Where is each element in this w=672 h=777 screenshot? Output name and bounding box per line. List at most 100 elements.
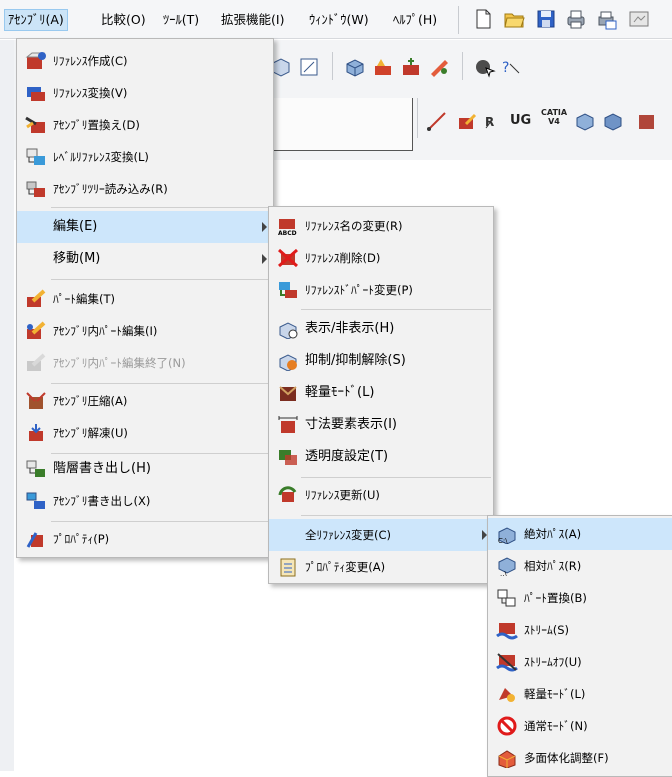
left-panel-strip: [0, 40, 14, 771]
menu-item-show-hide[interactable]: 表示/非表示(H): [269, 313, 493, 345]
menu-item-stream[interactable]: ｽﾄﾘｰﾑ(S): [488, 614, 672, 646]
menu-separator: [301, 477, 491, 478]
absolute-path-icon: C:\: [498, 527, 516, 544]
ug-import-label[interactable]: UG: [510, 113, 531, 128]
menu-tools[interactable]: ﾂｰﾙ(T): [160, 10, 202, 30]
toolbar-panel: [272, 98, 413, 151]
print-preview-icon[interactable]: [596, 8, 618, 30]
menu-item-compress[interactable]: ｱｾﾝﾌﾞﾘ圧縮(A): [17, 385, 273, 417]
referenced-part-change-icon: [279, 282, 297, 298]
menu-item-label: ﾊﾟｰﾄ編集(T): [53, 292, 115, 306]
menu-assembly[interactable]: ｱｾﾝﾌﾞﾘ(A): [4, 9, 68, 31]
menu-help[interactable]: ﾍﾙﾌﾟ(H): [390, 10, 440, 30]
menu-separator: [301, 515, 491, 516]
menu-item-part-edit[interactable]: ﾊﾟｰﾄ編集(T): [17, 283, 273, 315]
menu-item-polyhedron-adjust[interactable]: 多面体化調整(F): [488, 742, 672, 774]
menu-item-label: 軽量ﾓｰﾄﾞ(L): [305, 385, 375, 400]
menu-item-decompress[interactable]: ｱｾﾝﾌﾞﾘ解凍(U): [17, 417, 273, 449]
box-icon[interactable]: [636, 110, 658, 132]
save-icon[interactable]: [535, 8, 557, 30]
menu-item-label: ｱｾﾝﾌﾞﾘ解凍(U): [53, 426, 128, 440]
all-reference-submenu: C:\ 絶対ﾊﾟｽ(A) ..\ 相対ﾊﾟｽ(R) ﾊﾟｰﾄ置換(B) ｽﾄﾘｰ…: [487, 515, 672, 777]
menu-item-level-reference[interactable]: ﾚﾍﾞﾙﾘﾌｧﾚﾝｽ変換(L): [17, 141, 273, 173]
light-mode-icon: [499, 688, 515, 702]
cube-import-icon[interactable]: [574, 110, 596, 132]
toolbar-separator: [417, 98, 418, 138]
svg-text:ABCD: ABCD: [278, 230, 297, 236]
rename-reference-icon: ABCD: [278, 219, 297, 236]
menu-item-property-change[interactable]: ﾌﾟﾛﾊﾟﾃｨ変更(A): [269, 551, 493, 583]
menu-item-label: 絶対ﾊﾟｽ(A): [524, 527, 582, 541]
assembly-tool-icon[interactable]: [372, 56, 394, 78]
menu-window[interactable]: ｳｨﾝﾄﾞｳ(W): [306, 10, 372, 30]
view-frame-icon[interactable]: [298, 56, 320, 78]
menu-item-reference-update[interactable]: ﾘﾌｧﾚﾝｽ更新(U): [269, 479, 493, 511]
menu-item-label: ｱｾﾝﾌﾞﾘ内ﾊﾟｰﾄ編集終了(N): [53, 356, 186, 370]
menubar: ｱｾﾝﾌﾞﾘ(A) 比較(O) ﾂｰﾙ(T) 拡張機能(I) ｳｨﾝﾄﾞｳ(W)…: [0, 0, 672, 39]
menu-compare[interactable]: 比較(O): [98, 10, 149, 30]
part-replace-icon: [497, 589, 516, 607]
menu-item-label: ｱｾﾝﾌﾞﾘ置換え(D): [53, 118, 140, 132]
export-icon[interactable]: [628, 8, 650, 30]
measure-icon[interactable]: [428, 56, 450, 78]
menu-item-label: 階層書き出し(H): [53, 461, 151, 476]
menu-item-rename-reference[interactable]: ABCD ﾘﾌｧﾚﾝｽ名の変更(R): [269, 210, 493, 242]
catia-import-label[interactable]: CATIA V4: [541, 108, 567, 126]
menu-item-stream-off[interactable]: ｽﾄﾘｰﾑｵﾌ(U): [488, 646, 672, 678]
menu-item-assembly-export[interactable]: ｱｾﾝﾌﾞﾘ書き出し(X): [17, 485, 273, 517]
menu-item-label: 多面体化調整(F): [524, 751, 609, 765]
menu-item-normal-mode[interactable]: 通常ﾓｰﾄﾞ(N): [488, 710, 672, 742]
part-edit-tool-icon[interactable]: [456, 110, 478, 132]
stream-off-icon: [496, 653, 518, 672]
relative-path-icon: ..\: [498, 557, 516, 576]
menu-item-hierarchy-export[interactable]: 階層書き出し(H): [17, 453, 273, 485]
menu-item-referenced-part-change[interactable]: ﾘﾌｧﾚﾝｽﾄﾞﾊﾟｰﾄ変更(P): [269, 274, 493, 306]
menu-item-all-reference-change[interactable]: 全ﾘﾌｧﾚﾝｽ変更(C): [269, 519, 493, 551]
menu-item-reference-create[interactable]: ﾘﾌｧﾚﾝｽ作成(C): [17, 45, 273, 77]
menu-item-label: ﾌﾟﾛﾊﾟﾃｨ変更(A): [305, 560, 386, 574]
menu-separator: [51, 279, 271, 280]
level-reference-icon: [26, 148, 45, 165]
reference-update-icon: [278, 486, 297, 502]
help-cursor-icon[interactable]: [474, 56, 496, 78]
line-tool-icon[interactable]: [426, 110, 448, 132]
new-file-icon[interactable]: [472, 8, 494, 30]
svg-text:..\: ..\: [500, 570, 507, 576]
add-part-icon[interactable]: [400, 56, 422, 78]
menu-item-property[interactable]: ﾌﾟﾛﾊﾟﾃｨ(P): [17, 523, 273, 555]
menu-item-relative-path[interactable]: ..\ 相対ﾊﾟｽ(R): [488, 550, 672, 582]
menu-item-label: ｱｾﾝﾌﾞﾘ書き出し(X): [53, 494, 151, 508]
show-hide-icon: [279, 322, 298, 339]
menu-item-suppress[interactable]: 抑制/抑制解除(S): [269, 345, 493, 377]
menu-item-tree-load[interactable]: ｱｾﾝﾌﾞﾘﾂﾘｰ読み込み(R): [17, 173, 273, 205]
menu-separator: [51, 207, 271, 208]
menu-item-label: 全ﾘﾌｧﾚﾝｽ変更(C): [305, 528, 392, 542]
menu-extensions[interactable]: 拡張機能(I): [218, 10, 287, 30]
menu-item-inner-part-edit[interactable]: ｱｾﾝﾌﾞﾘ内ﾊﾟｰﾄ編集(I): [17, 315, 273, 347]
menu-item-light-mode-all[interactable]: 軽量ﾓｰﾄﾞ(L): [488, 678, 672, 710]
reference-tool-icon[interactable]: R: [484, 110, 506, 132]
menu-item-transparency[interactable]: 透明度設定(T): [269, 441, 493, 473]
menu-item-label: 抑制/抑制解除(S): [305, 353, 406, 368]
transparency-icon: [279, 450, 297, 465]
menu-item-part-replace[interactable]: ﾊﾟｰﾄ置換(B): [488, 582, 672, 614]
menu-item-absolute-path[interactable]: C:\ 絶対ﾊﾟｽ(A): [488, 518, 672, 550]
print-icon[interactable]: [565, 8, 587, 30]
inner-part-edit-icon: [27, 321, 46, 339]
menu-item-label: ﾘﾌｧﾚﾝｽﾄﾞﾊﾟｰﾄ変更(P): [305, 283, 413, 297]
menu-item-assembly-replace[interactable]: ｱｾﾝﾌﾞﾘ置換え(D): [17, 109, 273, 141]
part-icon[interactable]: [344, 56, 366, 78]
reference-create-icon: [25, 52, 46, 69]
menu-item-dimension-display[interactable]: 寸法要素表示(I): [269, 409, 493, 441]
menu-item-delete-reference[interactable]: ﾘﾌｧﾚﾝｽ削除(D): [269, 242, 493, 274]
svg-text:?: ?: [502, 60, 509, 76]
menu-item-reference-convert[interactable]: ﾘﾌｧﾚﾝｽ変換(V): [17, 77, 273, 109]
open-folder-icon[interactable]: [503, 8, 525, 30]
menu-item-light-mode[interactable]: 軽量ﾓｰﾄﾞ(L): [269, 377, 493, 409]
menu-item-move[interactable]: 移動(M): [17, 243, 273, 275]
menu-item-label: ｱｾﾝﾌﾞﾘ内ﾊﾟｰﾄ編集(I): [53, 324, 158, 338]
whats-this-icon[interactable]: ?: [500, 56, 522, 78]
menu-item-edit[interactable]: 編集(E): [17, 211, 273, 243]
cube-export-icon[interactable]: [602, 110, 624, 132]
menu-item-label: 表示/非表示(H): [305, 321, 395, 336]
